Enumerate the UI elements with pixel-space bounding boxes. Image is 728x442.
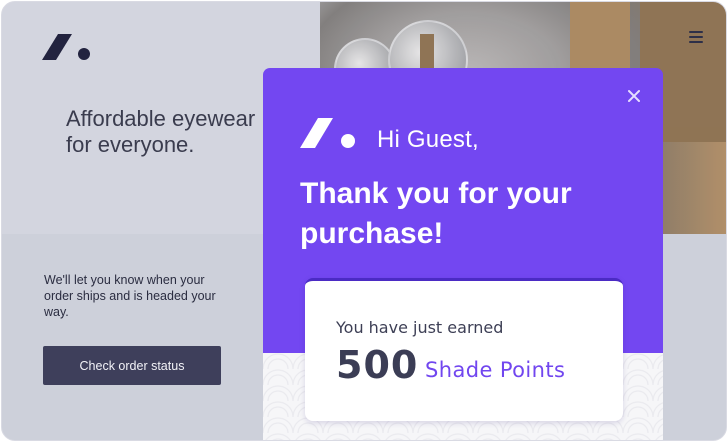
points-card: You have just earned 500 Shade Points — [305, 278, 623, 421]
thank-you-heading: Thank you for your purchase! — [300, 177, 572, 250]
points-unit-label: Shade Points — [425, 358, 566, 382]
earned-label: You have just earned — [336, 318, 504, 337]
tagline-line-2: for everyone. — [66, 132, 195, 157]
tagline-line-1: Affordable eyewear — [66, 106, 256, 131]
brand-logo-white — [300, 118, 355, 148]
greeting-text: Hi Guest, — [377, 126, 479, 153]
shipping-message: We'll let you know when your order ships… — [44, 273, 216, 319]
app-frame: Affordable eyewear for everyone. We'll l… — [1, 1, 727, 441]
hero-tagline: Affordable eyewear for everyone. — [66, 106, 266, 158]
purchase-thank-you-modal: Hi Guest, Thank you for your purchase! Y… — [263, 68, 663, 440]
check-order-status-button[interactable]: Check order status — [43, 346, 221, 385]
brand-logo[interactable] — [42, 32, 94, 62]
close-icon[interactable] — [626, 88, 642, 104]
hamburger-menu-icon[interactable] — [689, 31, 703, 43]
points-value: 500 — [336, 343, 419, 387]
